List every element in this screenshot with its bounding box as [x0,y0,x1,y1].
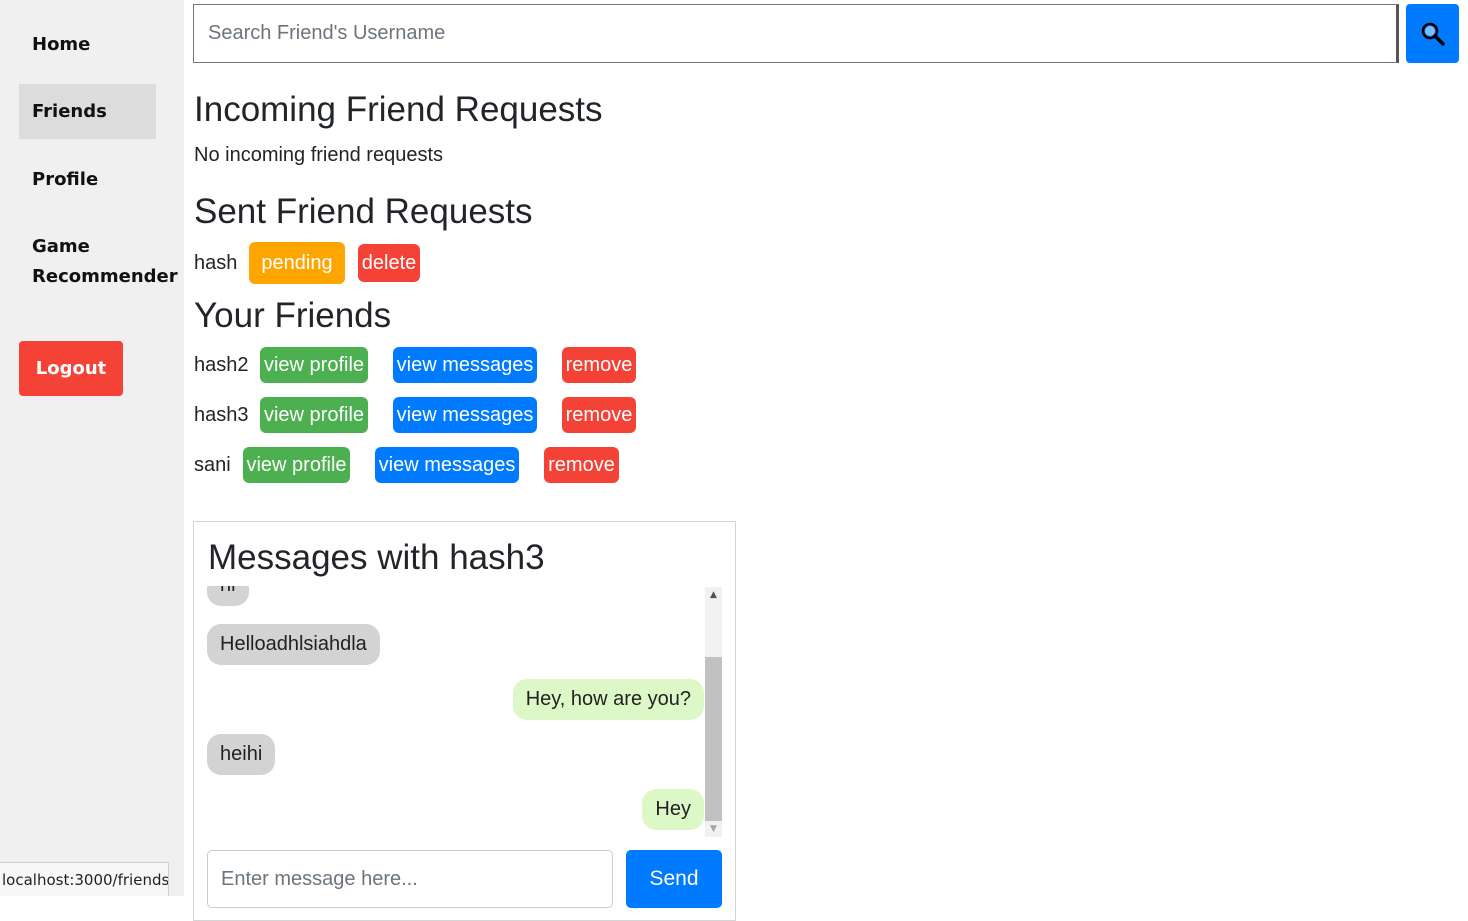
view-messages-button[interactable]: view messages [375,447,519,483]
message-scrollbar[interactable]: ▲ ▼ [705,587,722,837]
sidebar-item-profile[interactable]: Profile [19,165,156,195]
pending-status-button[interactable]: pending [249,242,345,284]
friend-username: sani [194,454,231,476]
remove-friend-button[interactable]: remove [562,347,636,383]
remove-friend-button[interactable]: remove [562,397,636,433]
message-bubble-incoming: hi [207,586,249,606]
sent-request-username: hash [194,252,238,274]
message-bubble-incoming: heihi [207,734,276,775]
message-bubble-outgoing: Hey, how are you? [512,679,704,720]
send-button[interactable]: Send [626,850,722,908]
status-bar-url: localhost:3000/friends [0,862,169,896]
message-bubble-incoming: Helloadhlsiahdla [207,624,380,665]
view-profile-button[interactable]: view profile [243,447,350,483]
sent-requests-heading: Sent Friend Requests [194,192,533,231]
search-icon [1421,22,1445,46]
scroll-up-arrow-icon[interactable]: ▲ [705,587,722,603]
remove-friend-button[interactable]: remove [544,447,619,483]
delete-request-button[interactable]: delete [358,244,420,282]
sidebar-item-game-recommender[interactable]: Game Recommender [19,232,179,292]
sidebar: Home Friends Profile Game Recommender Lo… [0,0,184,896]
search-button[interactable] [1406,4,1459,63]
friend-username: hash2 [194,354,249,376]
message-bubble-outgoing: Hey [642,789,704,830]
message-list[interactable]: hi Helloadhlsiahdla Hey, how are you? he… [194,586,704,838]
messages-title: Messages with hash3 [208,538,545,577]
view-messages-button[interactable]: view messages [393,347,537,383]
view-profile-button[interactable]: view profile [260,397,368,433]
messages-panel: Messages with hash3 hi Helloadhlsiahdla … [193,521,736,921]
sidebar-item-home[interactable]: Home [19,30,156,60]
message-input[interactable] [207,850,613,908]
view-profile-button[interactable]: view profile [260,347,368,383]
your-friends-heading: Your Friends [194,296,392,335]
view-messages-button[interactable]: view messages [393,397,537,433]
sidebar-item-friends[interactable]: Friends [19,84,156,139]
friend-username: hash3 [194,404,249,426]
logout-button[interactable]: Logout [19,341,123,396]
no-incoming-requests-text: No incoming friend requests [194,144,444,166]
search-input[interactable] [193,4,1399,63]
incoming-requests-heading: Incoming Friend Requests [194,90,603,129]
scroll-down-arrow-icon[interactable]: ▼ [705,821,722,837]
scroll-thumb[interactable] [705,657,722,821]
